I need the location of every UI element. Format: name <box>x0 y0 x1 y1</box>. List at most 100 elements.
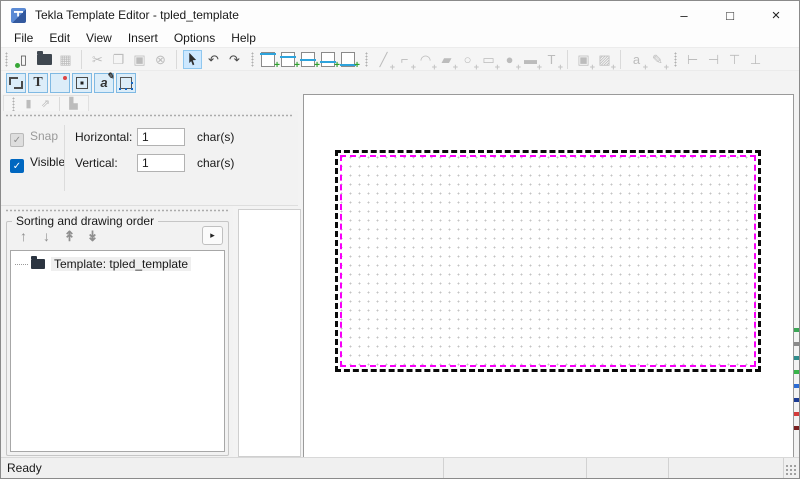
add-picture-button[interactable]: ▨ <box>595 50 614 69</box>
menu-edit[interactable]: Edit <box>41 31 78 45</box>
menu-options[interactable]: Options <box>166 31 223 45</box>
main-toolbar: ▯▦✂❐▣⊗↶↷╱⌐◠▰○▭●▬T▣▨a✎⊢⊣⊤⊥ <box>1 48 799 71</box>
horizontal-unit: char(s) <box>197 130 234 144</box>
horizontal-input[interactable] <box>137 128 185 146</box>
copy-button[interactable]: ❐ <box>109 50 128 69</box>
add-line-button[interactable]: ╱ <box>374 50 393 69</box>
delete-button[interactable]: ⊗ <box>151 50 170 69</box>
move-down-button[interactable]: ↓ <box>36 227 57 245</box>
align-left-button[interactable]: ⊢ <box>683 50 702 69</box>
toolbar-group: ╱⌐◠▰○▭●▬T <box>361 50 564 69</box>
add-circle-button[interactable]: ○ <box>458 50 477 69</box>
add-row-button[interactable] <box>301 52 315 67</box>
color-swatch[interactable] <box>794 328 799 332</box>
toggle-value-fields-button[interactable]: a <box>94 73 114 93</box>
minimize-button[interactable]: – <box>661 1 707 29</box>
paste-button[interactable]: ▣ <box>130 50 149 69</box>
status-segment: Ready <box>1 458 444 478</box>
add-polygon-button[interactable]: ▰ <box>437 50 456 69</box>
template-margin-grid[interactable] <box>340 155 756 367</box>
horizontal-label: Horizontal: <box>75 130 137 144</box>
toggle-texts-button[interactable]: T <box>28 73 48 93</box>
vertical-label: Vertical: <box>75 156 137 170</box>
vertical-row: Vertical: char(s) <box>75 154 234 172</box>
color-swatch[interactable] <box>794 342 799 346</box>
align-right-button[interactable]: ⊣ <box>704 50 723 69</box>
snap-row: Snap <box>10 129 58 147</box>
color-swatch[interactable] <box>794 426 799 430</box>
add-arc-button[interactable]: ◠ <box>416 50 435 69</box>
toggle-lines-button[interactable] <box>6 73 26 93</box>
window-controls: – □ × <box>661 1 799 29</box>
add-symbol-button[interactable]: ▣ <box>574 50 593 69</box>
menu-view[interactable]: View <box>78 31 120 45</box>
add-polyline-button[interactable]: ⌐ <box>395 50 414 69</box>
resize-grip[interactable] <box>785 464 797 476</box>
cut-button[interactable]: ✂ <box>88 50 107 69</box>
visible-label: Visible <box>30 155 65 169</box>
add-footer-button[interactable] <box>341 52 355 67</box>
snap-checkbox[interactable] <box>10 133 24 147</box>
toggle-components-button[interactable] <box>116 73 136 93</box>
tree-item-label: Template: tpled_template <box>51 257 191 271</box>
menu-help[interactable]: Help <box>223 31 264 45</box>
color-swatch[interactable] <box>794 370 799 374</box>
align-bottom-button[interactable]: ⊥ <box>746 50 765 69</box>
move-to-bottom-button[interactable]: ↡ <box>82 227 103 245</box>
save-template-button[interactable]: ▦ <box>56 50 75 69</box>
maximize-button[interactable]: □ <box>707 1 753 29</box>
menu-insert[interactable]: Insert <box>120 31 166 45</box>
panel-grip[interactable] <box>5 209 229 212</box>
status-segment <box>444 458 587 478</box>
color-swatch[interactable] <box>794 384 799 388</box>
add-value-field-button[interactable]: a <box>627 50 646 69</box>
vertical-input[interactable] <box>137 154 185 172</box>
color-swatch[interactable] <box>794 398 799 402</box>
object-toggle-toolbar: Ta <box>1 71 139 94</box>
move-to-top-button[interactable]: ↟ <box>59 227 80 245</box>
vertical-unit: char(s) <box>197 156 234 170</box>
fill-tool-button[interactable]: ▙ <box>66 97 81 112</box>
visible-checkbox[interactable] <box>10 159 24 173</box>
undo-button[interactable]: ↶ <box>204 50 223 69</box>
template-canvas[interactable] <box>303 94 794 458</box>
color-swatch[interactable] <box>794 412 799 416</box>
status-segment <box>587 458 669 478</box>
toolbar-group: ↶↷ <box>176 50 247 69</box>
add-page-footer-button[interactable] <box>321 52 335 67</box>
add-text-button[interactable]: T <box>542 50 561 69</box>
close-button[interactable]: × <box>753 1 799 29</box>
menu-bar: FileEditViewInsertOptionsHelp <box>1 29 799 48</box>
align-top-button[interactable]: ⊤ <box>725 50 744 69</box>
move-up-button[interactable]: ↑ <box>13 227 34 245</box>
edit-value-field-button[interactable]: ✎ <box>648 50 667 69</box>
pen-tool-button[interactable]: ▮ <box>21 97 36 112</box>
new-template-button[interactable]: ▯ <box>14 50 33 69</box>
add-header-button[interactable] <box>261 52 275 67</box>
toggle-symbols-button[interactable] <box>72 73 92 93</box>
open-template-button[interactable] <box>37 54 52 65</box>
tree-item-template[interactable]: Template: tpled_template <box>15 257 224 271</box>
flip-tool-button[interactable]: ⇗ <box>38 97 53 112</box>
app-icon <box>11 8 26 23</box>
add-filled-rectangle-button[interactable]: ▬ <box>521 50 540 69</box>
redo-button[interactable]: ↷ <box>225 50 244 69</box>
panel-grip[interactable] <box>5 114 294 117</box>
menu-file[interactable]: File <box>6 31 41 45</box>
toggle-pictures-button[interactable] <box>50 73 70 93</box>
snap-label: Snap <box>30 129 58 143</box>
status-bar: Ready <box>1 457 799 478</box>
add-page-header-button[interactable] <box>281 52 295 67</box>
expand-button[interactable]: ▸ <box>202 226 223 245</box>
template-boundary[interactable] <box>335 150 761 372</box>
add-rectangle-button[interactable]: ▭ <box>479 50 498 69</box>
visible-row: Visible <box>10 155 65 173</box>
sorting-panel: Sorting and drawing order ↑↓↟↡ ▸ Templat… <box>1 206 233 459</box>
color-swatch[interactable] <box>794 356 799 360</box>
app-window: Tekla Template Editor - tpled_template –… <box>0 0 800 479</box>
grid-settings-panel: Snap Visible Horizontal: char(s) Vertica… <box>1 111 298 206</box>
add-filled-circle-button[interactable]: ● <box>500 50 519 69</box>
toolbar-group: ▙ <box>59 97 84 112</box>
select-tool-button[interactable] <box>183 50 202 69</box>
toolbar-group: ▮⇗ <box>8 97 56 112</box>
